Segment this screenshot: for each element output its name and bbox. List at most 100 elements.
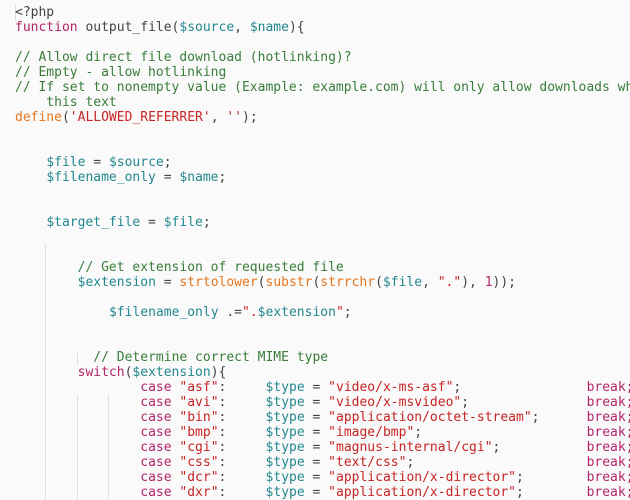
code-token: )); [492, 275, 516, 290]
case-extension: "dxr" [179, 485, 219, 500]
case-extension: "cgi" [179, 440, 219, 455]
case-break: break; [587, 470, 630, 485]
case-assignment: $type = "application/x-director"; [266, 470, 524, 485]
code-line: <?php [15, 5, 54, 20]
code-line: this text [15, 95, 117, 110]
indent-guide [77, 350, 78, 365]
case-label: case "bin": [140, 410, 226, 425]
mime-type-string: "application/x-director" [328, 470, 517, 485]
case-label: case "dcr": [140, 470, 226, 485]
code-token: 1 [484, 275, 493, 290]
code-token: : [218, 425, 227, 440]
indent-guide [77, 395, 78, 500]
case-keyword: case [140, 425, 180, 440]
break-keyword: break; [586, 485, 630, 500]
code-token: = [304, 440, 329, 455]
code-token: ; [163, 155, 172, 170]
code-token: ; [516, 485, 524, 500]
type-variable: $type [265, 425, 305, 440]
code-token: : [218, 410, 227, 425]
code-token: = [304, 410, 329, 425]
case-break: break; [587, 425, 630, 440]
code-token: = [304, 485, 329, 500]
type-variable: $type [265, 410, 305, 425]
case-label: case "asf": [140, 380, 226, 395]
code-line: $extension = strtolower(substr(strrchr($… [78, 275, 516, 290]
code-token: $filename_only [108, 305, 219, 320]
code-token: // If set to nonempty value (Example: ex… [15, 80, 630, 95]
case-keyword: case [140, 485, 180, 500]
mime-type-string: "magnus-internal/cgi" [328, 440, 493, 455]
code-line: $filename_only = $name; [46, 170, 226, 185]
mime-type-string: "application/x-director" [328, 485, 517, 500]
case-label: case "avi": [140, 395, 226, 410]
code-token: this text [15, 95, 117, 110]
case-label: case "bmp": [140, 425, 226, 440]
break-keyword: break; [586, 425, 630, 440]
code-token: $target_file [46, 215, 141, 230]
code-token: $file [46, 155, 86, 170]
case-keyword: case [140, 440, 180, 455]
code-line: // Get extension of requested file [78, 260, 344, 275]
code-token: ; [492, 440, 501, 455]
code-token: ; [202, 215, 211, 230]
case-break: break; [587, 410, 630, 425]
code-token: ; [218, 170, 227, 185]
code-token: function [15, 20, 78, 35]
code-token: ); [242, 110, 258, 125]
code-token: // Allow direct file download (hotlinkin… [15, 50, 352, 65]
mime-type-string: "application/octet-stream" [328, 410, 532, 425]
code-token: , [210, 110, 227, 125]
case-break: break; [587, 485, 630, 500]
case-keyword: case [140, 380, 180, 395]
case-break: break; [587, 380, 630, 395]
type-variable: $type [265, 395, 305, 410]
case-assignment: $type = "text/css"; [266, 455, 415, 470]
break-keyword: break; [586, 410, 630, 425]
code-token: // Get extension of requested file [77, 260, 344, 275]
indent-guide [45, 245, 46, 500]
code-token: ), [461, 275, 485, 290]
code-token: '' [226, 110, 242, 125]
code-token: $name [179, 170, 219, 185]
code-token: : [218, 470, 227, 485]
code-editor[interactable]: <?php function output_file($source, $name… [0, 0, 630, 500]
case-assignment: $type = "image/bmp"; [266, 425, 423, 440]
case-assignment: $type = "video/x-ms-asf"; [266, 380, 462, 395]
code-token: <?php [15, 5, 55, 20]
type-variable: $type [265, 440, 305, 455]
case-keyword: case [140, 410, 180, 425]
code-line: $file = $source; [46, 155, 171, 170]
case-assignment: $type = "magnus-internal/cgi"; [266, 440, 501, 455]
code-token: ; [531, 410, 540, 425]
code-token: = [304, 395, 329, 410]
case-label: case "dxr": [140, 485, 226, 500]
code-line: $filename_only .=".$extension"; [109, 305, 352, 320]
code-line: // Empty - allow hotlinking [15, 65, 226, 80]
break-keyword: break; [586, 380, 630, 395]
code-line: $target_file = $file; [46, 215, 210, 230]
code-token: ; [406, 455, 415, 470]
case-break: break; [587, 395, 630, 410]
code-token: // Empty - allow hotlinking [15, 65, 227, 80]
code-line: // If set to nonempty value (Example: ex… [15, 80, 630, 95]
mime-type-string: "image/bmp" [328, 425, 415, 440]
code-token: ){ [210, 365, 227, 380]
case-extension: "dcr" [179, 470, 219, 485]
code-token: = [85, 155, 109, 170]
code-token: ; [414, 425, 423, 440]
code-token: switch [77, 365, 125, 380]
code-token: 'ALLOWED_REFERRER' [69, 110, 211, 125]
code-token: , [422, 275, 438, 290]
code-token: : [218, 440, 227, 455]
mime-type-string: "text/css" [328, 455, 407, 470]
type-variable: $type [265, 455, 305, 470]
break-keyword: break; [586, 455, 630, 470]
case-break: break; [587, 455, 630, 470]
code-token: ( [375, 275, 383, 290]
case-assignment: $type = "video/x-msvideo"; [266, 395, 470, 410]
case-assignment: $type = "application/x-director"; [266, 485, 524, 500]
break-keyword: break; [586, 395, 630, 410]
code-token: ( [257, 275, 266, 290]
code-token: = [304, 470, 329, 485]
